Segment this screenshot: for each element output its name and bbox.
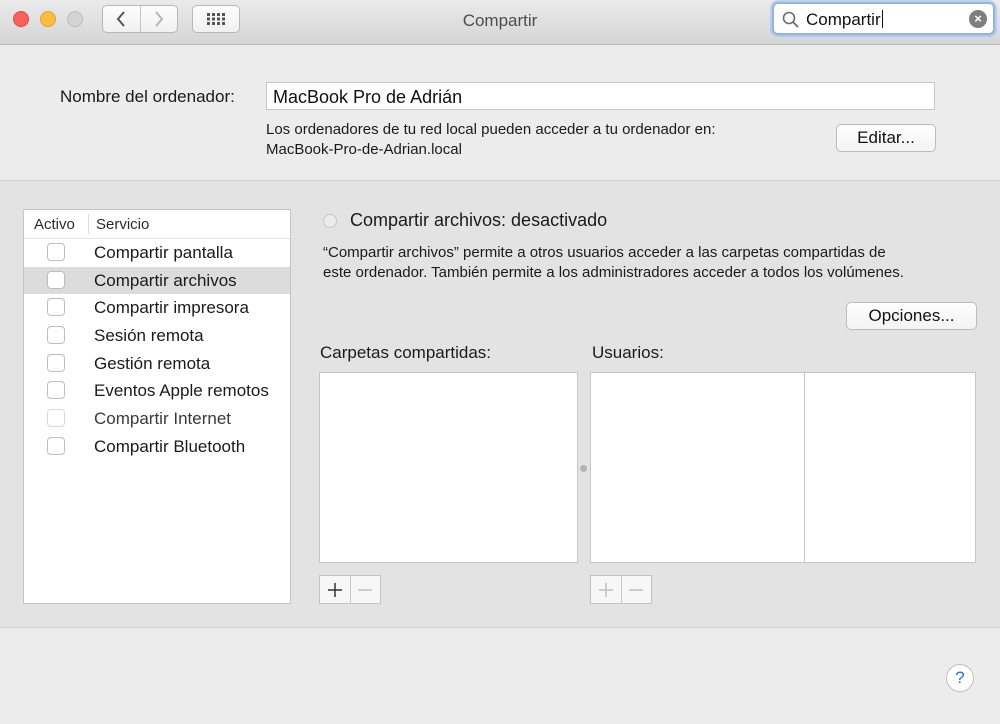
service-row-sesion-remota[interactable]: Sesión remota — [24, 322, 290, 350]
service-row-compartir-bluetooth[interactable]: Compartir Bluetooth — [24, 433, 290, 461]
toolbar: Compartir Compartir × — [0, 0, 1000, 45]
service-checkbox[interactable] — [47, 409, 65, 428]
service-label: Gestión remota — [94, 353, 211, 373]
shared-folders-list[interactable] — [319, 372, 578, 563]
forward-button[interactable] — [139, 6, 178, 32]
service-label: Compartir impresora — [94, 298, 249, 318]
text-caret — [881, 10, 883, 28]
service-checkbox[interactable] — [47, 270, 65, 289]
close-window-button[interactable] — [13, 11, 29, 27]
column-header-active[interactable]: Activo — [34, 216, 75, 233]
service-checkbox[interactable] — [47, 436, 65, 455]
service-label: Compartir pantalla — [94, 243, 233, 262]
navigation-buttons — [102, 5, 178, 33]
split-view-handle[interactable] — [580, 465, 587, 472]
minimize-window-button[interactable] — [40, 11, 56, 27]
service-checkbox[interactable] — [47, 298, 65, 317]
service-checkbox[interactable] — [47, 353, 65, 372]
plus-icon — [327, 582, 342, 597]
search-icon — [782, 11, 799, 28]
service-checkbox[interactable] — [47, 243, 65, 261]
users-list[interactable] — [590, 372, 976, 563]
service-label: Compartir Bluetooth — [94, 436, 246, 456]
grid-icon — [207, 13, 225, 25]
computer-name-label: Nombre del ordenador: — [60, 87, 235, 106]
service-label: Compartir archivos — [94, 270, 237, 290]
users-add-remove — [590, 575, 652, 604]
service-description-line-1: “Compartir archivos” permite a otros usu… — [323, 244, 886, 261]
remove-user-button[interactable] — [620, 576, 652, 603]
services-list: Activo Servicio Compartir pantalla Compa… — [23, 209, 291, 604]
local-hostname: MacBook-Pro-de-Adrian.local — [266, 141, 462, 158]
minus-icon — [629, 588, 644, 591]
service-checkbox[interactable] — [47, 381, 65, 400]
service-label: Compartir Internet — [94, 409, 231, 429]
shared-folders-label: Carpetas compartidas: — [320, 343, 492, 362]
sharing-preferences-window: Compartir Compartir × Nombre del ordenad… — [0, 0, 1000, 724]
chevron-left-icon — [116, 11, 126, 27]
service-row-compartir-impresora[interactable]: Compartir impresora — [24, 294, 290, 322]
search-input[interactable]: Compartir — [806, 10, 881, 29]
window-title: Compartir — [462, 11, 538, 30]
status-indicator-icon — [323, 214, 337, 228]
service-row-compartir-pantalla[interactable]: Compartir pantalla — [24, 239, 290, 267]
add-shared-folder-button[interactable] — [320, 576, 350, 603]
back-button[interactable] — [103, 6, 140, 32]
options-button[interactable]: Opciones... — [846, 302, 977, 330]
service-row-compartir-archivos[interactable]: Compartir archivos — [24, 266, 290, 295]
service-description: “Compartir archivos” permite a otros usu… — [323, 243, 963, 283]
show-all-button[interactable] — [192, 5, 240, 33]
service-row-compartir-internet[interactable]: Compartir Internet — [24, 405, 290, 433]
chevron-right-icon — [154, 11, 164, 27]
clear-search-icon[interactable]: × — [969, 10, 987, 28]
remove-shared-folder-button[interactable] — [349, 576, 381, 603]
minus-icon — [358, 588, 373, 591]
services-list-header: Activo Servicio — [24, 210, 290, 239]
help-button[interactable]: ? — [946, 664, 974, 692]
shared-folders-add-remove — [319, 575, 381, 604]
service-description-line-2: este ordenador. También permite a los ad… — [323, 264, 904, 281]
edit-button[interactable]: Editar... — [836, 124, 936, 152]
service-row-eventos-apple-remotos[interactable]: Eventos Apple remotos — [24, 377, 290, 405]
column-separator — [88, 214, 89, 234]
plus-icon — [598, 582, 613, 597]
zoom-window-button[interactable] — [67, 11, 83, 27]
service-label: Eventos Apple remotos — [94, 381, 269, 401]
description-line-1: Los ordenadores de tu red local pueden a… — [266, 121, 716, 138]
service-status: Compartir archivos: desactivado — [350, 210, 608, 230]
users-column-separator — [804, 373, 805, 562]
search-field[interactable]: Compartir × — [772, 2, 995, 35]
search-input-text-wrap: Compartir — [806, 10, 883, 30]
service-row-gestion-remota[interactable]: Gestión remota — [24, 350, 290, 378]
service-label: Sesión remota — [94, 326, 204, 346]
computer-name-field[interactable]: MacBook Pro de Adrián — [266, 82, 935, 110]
add-user-button[interactable] — [591, 576, 621, 603]
computer-name-description: Los ordenadores de tu red local pueden a… — [266, 120, 716, 160]
column-header-service[interactable]: Servicio — [96, 216, 149, 233]
service-checkbox[interactable] — [47, 326, 65, 345]
users-label: Usuarios: — [592, 343, 664, 362]
